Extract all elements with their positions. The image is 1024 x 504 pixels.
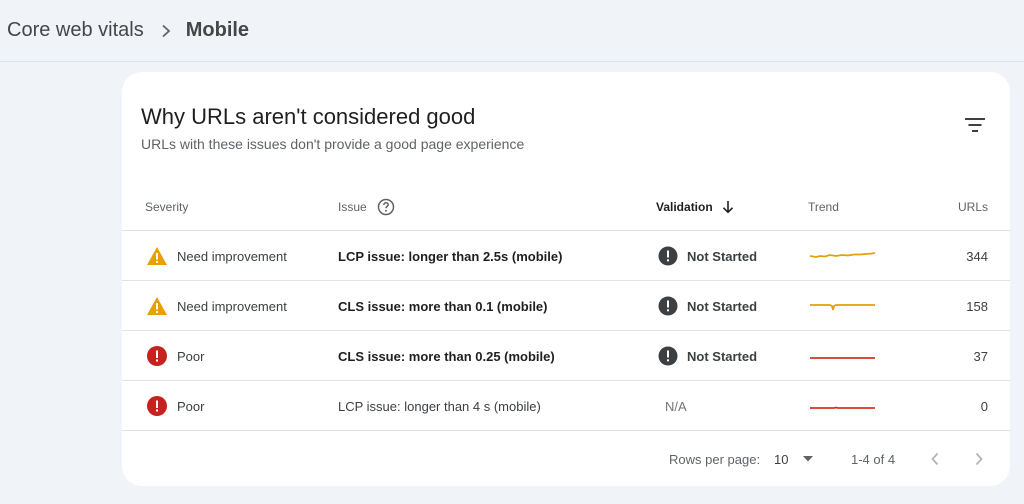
header-issue-label: Issue (338, 199, 367, 214)
rows-per-page-value: 10 (774, 451, 789, 467)
filter-icon (965, 118, 985, 132)
severity-cell: Need improvement (146, 281, 287, 331)
table-row[interactable]: Need improvement LCP issue: longer than … (122, 231, 1010, 281)
chevron-right-icon (160, 24, 172, 38)
table-row[interactable]: Need improvement CLS issue: more than 0.… (122, 281, 1010, 331)
validation-cell: Not Started (658, 281, 757, 331)
header-severity: Severity (145, 199, 189, 214)
table-row[interactable]: Poor CLS issue: more than 0.25 (mobile) … (122, 331, 1010, 381)
error-icon (146, 345, 168, 367)
filter-button[interactable] (960, 110, 990, 140)
chevron-right-icon (975, 452, 983, 466)
page-range: 1-4 of 4 (851, 451, 896, 467)
trend-sparkline (810, 381, 876, 431)
exclamation-circle-icon (658, 346, 678, 366)
prev-page-button[interactable] (930, 444, 940, 474)
severity-cell: Need improvement (146, 231, 287, 281)
error-icon (146, 395, 168, 417)
urls-count: 37 (973, 348, 988, 364)
arrow-down-icon (722, 200, 734, 214)
severity-label: Poor (177, 348, 205, 364)
next-page-button[interactable] (974, 444, 984, 474)
severity-label: Poor (177, 398, 205, 414)
warning-icon (146, 245, 168, 267)
breadcrumb-parent[interactable]: Core web vitals (7, 19, 144, 42)
validation-label: N/A (665, 398, 687, 414)
table-header: Severity Issue Validation Trend URLs (122, 182, 1010, 231)
warning-icon (146, 295, 168, 317)
validation-label: Not Started (687, 248, 758, 264)
header-validation-label: Validation (656, 199, 713, 214)
validation-label: Not Started (687, 298, 758, 314)
card-subtitle: URLs with these issues don't provide a g… (141, 136, 525, 152)
validation-cell: Not Started (658, 231, 757, 281)
help-icon[interactable] (377, 198, 395, 216)
card-title: Why URLs aren't considered good (141, 104, 476, 129)
severity-cell: Poor (146, 381, 204, 431)
urls-count: 0 (980, 398, 988, 414)
issue-label: LCP issue: longer than 4 s (mobile) (338, 398, 541, 414)
severity-label: Need improvement (177, 248, 287, 264)
issue-label: CLS issue: more than 0.25 (mobile) (338, 348, 555, 364)
rows-per-page-label: Rows per page: (669, 451, 761, 467)
trend-sparkline (810, 231, 876, 281)
breadcrumb-current: Mobile (185, 19, 250, 41)
header-issue: Issue (338, 182, 395, 231)
trend-sparkline (810, 281, 876, 331)
exclamation-circle-icon (658, 246, 678, 266)
issue-label: CLS issue: more than 0.1 (mobile) (338, 298, 548, 314)
urls-count: 158 (966, 298, 988, 314)
caret-down-icon (803, 456, 814, 462)
table-row[interactable]: Poor LCP issue: longer than 4 s (mobile)… (122, 381, 1010, 431)
header-validation[interactable]: Validation (656, 182, 734, 231)
issue-label: LCP issue: longer than 2.5s (mobile) (338, 248, 563, 264)
severity-cell: Poor (146, 331, 204, 381)
validation-cell: Not Started (658, 331, 757, 381)
header-urls: URLs (957, 199, 988, 214)
chevron-left-icon (931, 452, 939, 466)
validation-label: Not Started (687, 348, 758, 364)
exclamation-circle-icon (658, 296, 678, 316)
issues-card: Why URLs aren't considered good URLs wit… (122, 72, 1010, 486)
pagination: Rows per page: 10 1-4 of 4 (122, 444, 1010, 474)
urls-count: 344 (966, 248, 988, 264)
breadcrumb: Core web vitals Mobile (0, 0, 1024, 62)
rows-per-page-select[interactable]: 10 (774, 444, 814, 474)
severity-label: Need improvement (177, 298, 287, 314)
trend-sparkline (810, 331, 876, 381)
header-trend: Trend (808, 199, 839, 214)
